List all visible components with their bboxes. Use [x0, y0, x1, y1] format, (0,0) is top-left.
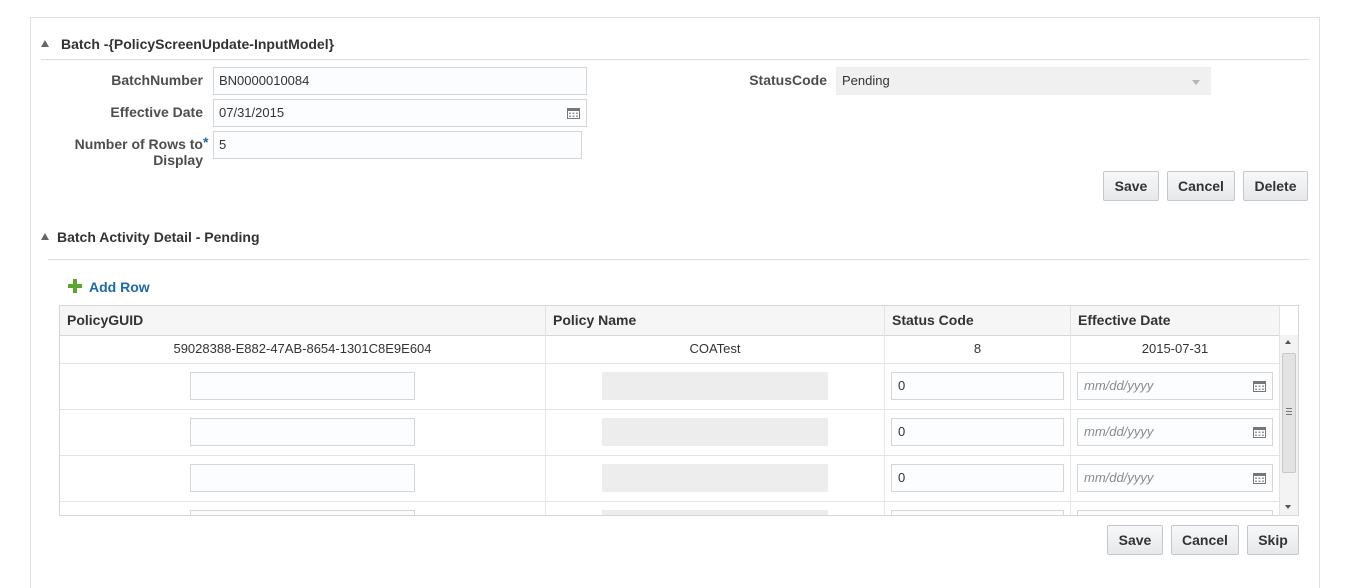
policy-guid-cell	[60, 410, 546, 455]
status-code-cell	[885, 502, 1071, 515]
effective-date-cell: 2015-07-31	[1071, 335, 1280, 363]
table-scrollbar[interactable]	[1279, 335, 1298, 515]
column-header-policy-guid[interactable]: PolicyGUID	[60, 306, 546, 335]
policy-guid-cell	[60, 502, 546, 515]
batch-number-field[interactable]: BN0000010084	[213, 67, 587, 95]
policy-name-cell: COATest	[546, 335, 885, 363]
skip-button[interactable]: Skip	[1247, 525, 1299, 555]
policy-name-cell	[546, 456, 885, 501]
table-row[interactable]: 0 mm/dd/yyyy	[60, 364, 1280, 410]
status-code-input[interactable]: 0	[891, 418, 1064, 446]
table-row[interactable]: 59028388-E882-47AB-8654-1301C8E9E604 COA…	[60, 335, 1280, 364]
activity-cancel-button[interactable]: Cancel	[1171, 525, 1239, 555]
date-placeholder: mm/dd/yyyy	[1084, 424, 1154, 439]
status-code-cell: 0	[885, 364, 1071, 409]
policy-name-input	[602, 510, 828, 515]
table-row[interactable]	[60, 502, 1280, 515]
effective-date-input[interactable]: mm/dd/yyyy	[1077, 418, 1273, 446]
collapse-triangle-icon[interactable]	[41, 40, 49, 47]
batch-number-label: BatchNumber	[111, 72, 203, 88]
calendar-icon[interactable]	[1253, 426, 1266, 438]
effective-date-field[interactable]: 07/31/2015	[213, 99, 587, 127]
calendar-icon[interactable]	[1253, 380, 1266, 392]
batch-delete-button[interactable]: Delete	[1243, 171, 1308, 201]
calendar-icon[interactable]	[567, 107, 580, 119]
effective-date-input[interactable]: mm/dd/yyyy	[1077, 372, 1273, 400]
chevron-down-icon	[1192, 80, 1200, 85]
scroll-down-icon[interactable]	[1285, 505, 1291, 509]
column-header-policy-name[interactable]: Policy Name	[546, 306, 885, 335]
effective-date-cell: mm/dd/yyyy	[1071, 364, 1280, 409]
rows-to-display-field[interactable]: 5	[213, 131, 582, 159]
batch-cancel-button[interactable]: Cancel	[1167, 171, 1235, 201]
policy-name-cell	[546, 410, 885, 455]
policy-name-input	[602, 418, 828, 446]
policy-guid-input[interactable]	[190, 464, 415, 492]
status-code-cell: 0	[885, 410, 1071, 455]
column-header-status-code[interactable]: Status Code	[885, 306, 1071, 335]
table-row[interactable]: 0 mm/dd/yyyy	[60, 456, 1280, 502]
scroll-up-icon[interactable]	[1285, 340, 1291, 344]
status-code-input[interactable]: 0	[891, 464, 1064, 492]
policy-guid-input[interactable]	[190, 372, 415, 400]
status-code-input[interactable]: 0	[891, 372, 1064, 400]
effective-date-cell: mm/dd/yyyy	[1071, 456, 1280, 501]
activity-save-button[interactable]: Save	[1107, 525, 1163, 555]
calendar-icon[interactable]	[1253, 472, 1266, 484]
effective-date-cell: mm/dd/yyyy	[1071, 410, 1280, 455]
add-row-link[interactable]: Add Row	[89, 279, 150, 295]
effective-date-input[interactable]	[1077, 510, 1273, 515]
date-placeholder: mm/dd/yyyy	[1084, 378, 1154, 393]
section-divider	[48, 259, 1309, 260]
table-row[interactable]: 0 mm/dd/yyyy	[60, 410, 1280, 456]
status-code-cell: 0	[885, 456, 1071, 501]
policy-name-cell	[546, 502, 885, 515]
rows-to-display-label: Number of Rows to Display	[60, 136, 203, 168]
batch-save-button[interactable]: Save	[1103, 171, 1159, 201]
required-indicator: *	[203, 134, 209, 150]
effective-date-label: Effective Date	[110, 104, 203, 120]
rows-label-line2: Display	[153, 152, 203, 168]
collapse-triangle-icon[interactable]	[41, 233, 49, 240]
batch-activity-table: PolicyGUID Policy Name Status Code Effec…	[59, 305, 1299, 516]
policy-guid-cell: 59028388-E882-47AB-8654-1301C8E9E604	[60, 335, 546, 363]
column-header-effective-date[interactable]: Effective Date	[1071, 306, 1280, 335]
status-code-label: StatusCode	[749, 72, 827, 88]
policy-name-input	[602, 464, 828, 492]
effective-date-input[interactable]: mm/dd/yyyy	[1077, 464, 1273, 492]
effective-date-value: 07/31/2015	[219, 105, 285, 120]
scrollbar-thumb[interactable]	[1282, 353, 1296, 473]
policy-guid-cell	[60, 456, 546, 501]
effective-date-cell	[1071, 502, 1280, 515]
activity-section-title: Batch Activity Detail - Pending	[57, 229, 260, 245]
status-code-input[interactable]	[891, 510, 1064, 515]
policy-name-input	[602, 372, 828, 400]
date-placeholder: mm/dd/yyyy	[1084, 470, 1154, 485]
rows-label-line1: Number of Rows to	[74, 136, 203, 152]
add-icon[interactable]	[68, 279, 82, 293]
section-divider	[41, 59, 1309, 60]
policy-guid-input[interactable]	[190, 510, 415, 515]
policy-guid-input[interactable]	[190, 418, 415, 446]
status-code-cell: 8	[885, 335, 1071, 363]
table-header: PolicyGUID Policy Name Status Code Effec…	[60, 306, 1280, 336]
status-code-value: Pending	[842, 73, 890, 88]
policy-guid-cell	[60, 364, 546, 409]
status-code-select[interactable]: Pending	[836, 67, 1211, 95]
policy-name-cell	[546, 364, 885, 409]
batch-section-title: Batch -{PolicyScreenUpdate-InputModel}	[61, 36, 335, 52]
